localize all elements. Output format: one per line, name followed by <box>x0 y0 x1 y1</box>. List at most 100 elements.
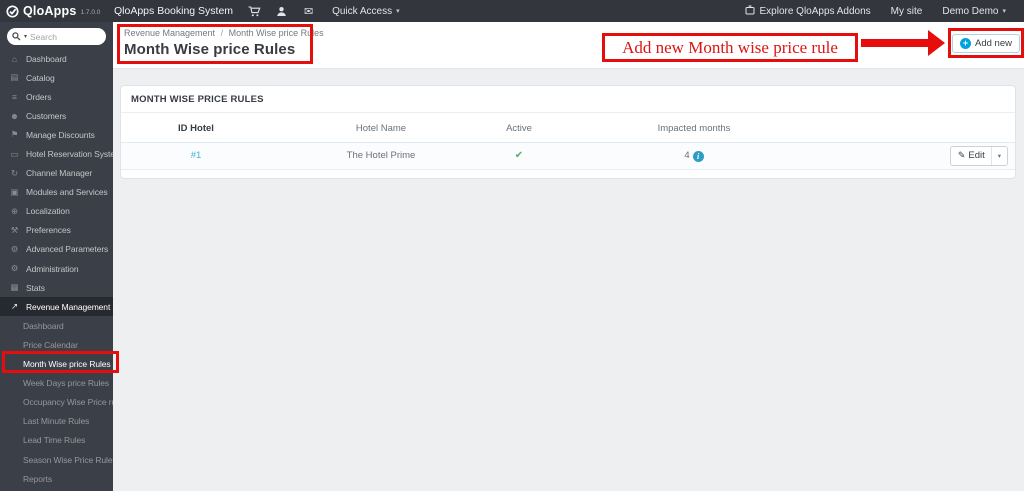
hotel-name-cell: The Hotel Prime <box>346 150 416 161</box>
sidebar-item-orders[interactable]: ≡ Orders <box>0 87 113 106</box>
impacted-months-value: 4 <box>684 149 690 161</box>
search-input[interactable] <box>30 31 81 42</box>
sidebar-item-channel-manager[interactable]: ↻ Channel Manager <box>0 164 113 183</box>
sidebar-item-administration[interactable]: ⚙ Administration <box>0 259 113 278</box>
quick-access-label: Quick Access <box>332 5 393 17</box>
column-header-active[interactable]: Active <box>491 116 547 142</box>
actions-cell: ✎ Edit ▾ <box>841 142 1015 169</box>
sidebar-subitem-last-minute-rules[interactable]: Last Minute Rules <box>0 412 113 431</box>
my-site-label: My site <box>890 5 923 17</box>
sidebar-subitem-label: Price Calendar <box>23 339 78 350</box>
sidebar-subitem-label: Lead Time Rules <box>23 435 86 446</box>
brand[interactable]: QloApps 1.7.0.0 <box>0 4 110 18</box>
plus-icon: + <box>960 37 971 49</box>
sidebar-subitem-week-days-price-rules[interactable]: Week Days price Rules <box>0 374 113 393</box>
envelope-icon[interactable]: ✉ <box>295 0 322 22</box>
impacted-months-cell: 4i <box>547 142 841 169</box>
sidebar-subitem-dashboard[interactable]: Dashboard <box>0 316 113 335</box>
cart-icon[interactable] <box>241 0 268 22</box>
add-new-label: Add new <box>975 37 1012 49</box>
sidebar-item-label: Orders <box>26 91 52 102</box>
column-header-hotel-name[interactable]: Hotel Name <box>271 116 491 142</box>
addons-icon <box>745 5 755 18</box>
sidebar-item-revenue-management[interactable]: ↗ Revenue Management <box>0 297 113 317</box>
sidebar: ▾ ⌂ Dashboard ▤ Catalog ≡ Orders ☻ Custo… <box>0 22 113 491</box>
annotation-sidebar-box <box>2 351 119 373</box>
annotation-addnew-box: + Add new <box>948 28 1024 58</box>
sidebar-item-preferences[interactable]: ⚒ Preferences <box>0 221 113 240</box>
catalog-icon: ▤ <box>10 72 19 83</box>
customers-icon: ☻ <box>10 110 19 121</box>
caret-down-icon: ▾ <box>1002 8 1006 15</box>
column-header-id-hotel[interactable]: ID Hotel <box>121 116 271 142</box>
explore-addons-link[interactable]: Explore QloApps Addons <box>745 0 871 22</box>
sidebar-item-label: Preferences <box>26 225 71 236</box>
sidebar-subitem-label: Occupancy Wise Price rules <box>23 397 113 408</box>
active-check-icon[interactable]: ✔ <box>515 150 523 161</box>
sidebar-item-localization[interactable]: ⊕ Localization <box>0 202 113 221</box>
sidebar-item-label: Localization <box>26 206 70 217</box>
home-icon: ⌂ <box>11 53 18 64</box>
annotation-arrow <box>861 39 928 47</box>
table-row[interactable]: #1 The Hotel Prime ✔ 4i ✎ Edit ▾ <box>121 142 1015 169</box>
sidebar-item-modules-and-services[interactable]: ▣ Modules and Services <box>0 183 113 202</box>
info-icon[interactable]: i <box>692 150 704 162</box>
user-menu[interactable]: Demo Demo ▾ <box>942 0 1006 22</box>
panel-title: MONTH WISE PRICE RULES <box>121 86 1015 113</box>
sidebar-item-customers[interactable]: ☻ Customers <box>0 106 113 125</box>
gear-icon: ⚙ <box>10 263 19 274</box>
pencil-icon: ✎ <box>957 150 966 160</box>
hotel-bed-icon: ▭ <box>10 148 19 159</box>
stats-icon: ▦ <box>10 282 19 293</box>
sidebar-item-advanced-parameters[interactable]: ⚙ Advanced Parameters <box>0 240 113 259</box>
sidebar-subitem-occupancy-wise-price-rules[interactable]: Occupancy Wise Price rules <box>0 393 113 412</box>
rules-table: ID Hotel Hotel Name Active Impacted mont… <box>121 116 1015 170</box>
search-icon <box>12 28 21 46</box>
rules-panel: MONTH WISE PRICE RULES ID Hotel Hotel Na… <box>120 85 1016 179</box>
quick-access-menu[interactable]: Quick Access ▾ <box>332 0 400 22</box>
topbar: QloApps 1.7.0.0 QloApps Booking System ✉… <box>0 0 1024 22</box>
sidebar-item-stats[interactable]: ▦ Stats <box>0 278 113 297</box>
add-new-button[interactable]: + Add new <box>952 33 1020 53</box>
column-header-actions <box>841 116 1015 142</box>
annotation-callout: Add new Month wise price rule <box>602 33 858 62</box>
sidebar-item-label: Channel Manager <box>26 168 93 179</box>
sidebar-nav: ⌂ Dashboard ▤ Catalog ≡ Orders ☻ Custome… <box>0 49 113 488</box>
sidebar-item-label: Stats <box>26 282 45 293</box>
sidebar-subitem-label: Season Wise Price Rules <box>23 454 113 465</box>
id-hotel-link[interactable]: #1 <box>121 142 271 169</box>
edit-button[interactable]: ✎ Edit ▾ <box>949 145 1008 166</box>
cogs-icon: ⚙ <box>10 243 19 254</box>
sidebar-item-label: Manage Discounts <box>26 129 95 140</box>
my-site-link[interactable]: My site <box>891 0 923 22</box>
sidebar-item-hotel-reservation-system[interactable]: ▭ Hotel Reservation System <box>0 144 113 163</box>
chart-trend-icon: ↗ <box>10 301 19 312</box>
sidebar-item-label: Revenue Management <box>26 301 111 312</box>
sidebar-subitem-label: Last Minute Rules <box>23 416 90 427</box>
sidebar-item-label: Modules and Services <box>26 187 108 198</box>
sidebar-subitem-season-wise-price-rules[interactable]: Season Wise Price Rules <box>0 450 113 469</box>
sidebar-search[interactable]: ▾ <box>7 28 106 45</box>
sidebar-subitem-reports[interactable]: Reports <box>0 469 113 488</box>
sidebar-item-label: Dashboard <box>26 53 67 64</box>
sidebar-item-dashboard[interactable]: ⌂ Dashboard <box>0 49 113 68</box>
user-icon[interactable] <box>268 0 295 22</box>
revenue-management-submenu: Dashboard Price Calendar Month Wise pric… <box>0 316 113 488</box>
user-name-label: Demo Demo <box>942 5 999 17</box>
edit-label: Edit <box>968 150 985 161</box>
sidebar-item-label: Hotel Reservation System <box>26 149 113 160</box>
explore-addons-label: Explore QloApps Addons <box>759 5 871 17</box>
active-cell: ✔ <box>491 142 547 169</box>
table-header-row: ID Hotel Hotel Name Active Impacted mont… <box>121 116 1015 142</box>
orders-icon: ≡ <box>12 91 17 102</box>
sidebar-item-catalog[interactable]: ▤ Catalog <box>0 68 113 87</box>
annotation-arrow-head <box>928 30 945 56</box>
column-header-impacted-months[interactable]: Impacted months <box>547 116 841 142</box>
search-scope-caret-icon[interactable]: ▾ <box>24 33 27 40</box>
qloapps-logo-icon <box>6 4 19 18</box>
sidebar-subitem-label: Reports <box>23 473 53 484</box>
main-content: Revenue Management / Month Wise price Ru… <box>113 22 1024 491</box>
sidebar-subitem-lead-time-rules[interactable]: Lead Time Rules <box>0 431 113 450</box>
sidebar-item-manage-discounts[interactable]: ⚑ Manage Discounts <box>0 125 113 144</box>
edit-dropdown-caret-icon[interactable]: ▾ <box>990 146 1007 165</box>
